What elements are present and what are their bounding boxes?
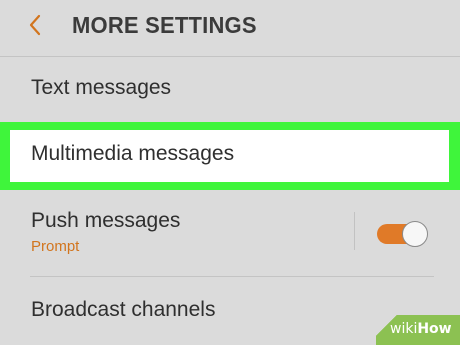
toggle-knob [402,221,428,247]
chevron-left-icon[interactable] [24,10,50,40]
vertical-divider [354,212,355,250]
app-header: MORE SETTINGS [0,0,460,56]
settings-item-text-messages[interactable]: Text messages [0,56,460,122]
watermark-text-bold: How [417,321,452,337]
watermark-text-regular: wiki [390,321,418,337]
watermark-text: wikiHow [390,321,452,337]
settings-item-label: Multimedia messages [31,142,235,165]
settings-item-label: Push messages [31,209,181,232]
wikihow-watermark: wikiHow [376,315,460,345]
settings-item-label: Broadcast channels [31,298,216,321]
push-messages-toggle[interactable] [377,221,428,247]
page-title: MORE SETTINGS [72,12,257,39]
settings-item-multimedia-messages[interactable]: Multimedia messages [10,130,449,182]
settings-item-subtitle: Prompt [31,238,80,255]
settings-item-label: Text messages [31,76,172,99]
